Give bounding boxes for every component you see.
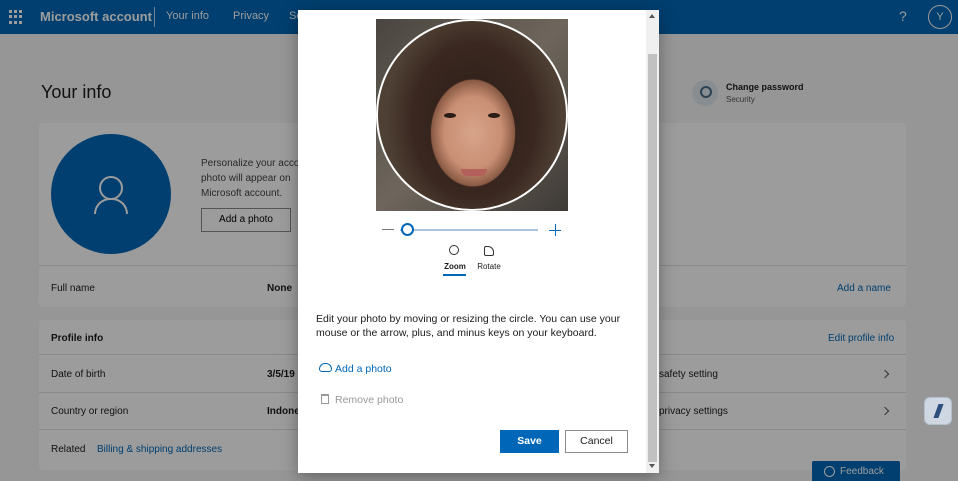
tab-zoom-underline	[443, 274, 466, 276]
save-button[interactable]: Save	[500, 430, 559, 453]
zoom-slider[interactable]	[400, 229, 538, 231]
dialog-add-photo-link[interactable]: Add a photo	[335, 363, 392, 375]
rotate-tab-icon[interactable]	[484, 246, 494, 256]
photo-eye	[488, 113, 500, 118]
scroll-thumb[interactable]	[648, 54, 657, 462]
zoom-slider-thumb[interactable]	[400, 223, 414, 236]
trash-icon	[321, 394, 329, 404]
upload-photo-icon[interactable]	[319, 363, 332, 372]
dialog-scrollbar[interactable]	[646, 10, 659, 473]
photo-editor[interactable]	[376, 19, 568, 211]
zoom-out-icon[interactable]	[382, 229, 394, 230]
scroll-down-icon[interactable]	[649, 464, 655, 468]
photo-eye	[444, 113, 456, 118]
photo-mouth	[461, 169, 487, 176]
zoom-in-icon-vertical	[555, 224, 556, 236]
dialog-instructions: Edit your photo by moving or resizing th…	[316, 313, 621, 339]
cancel-button[interactable]: Cancel	[565, 430, 628, 453]
tab-zoom[interactable]: Zoom	[440, 262, 470, 271]
remove-photo-link: Remove photo	[335, 394, 404, 406]
side-widget-icon[interactable]	[924, 397, 952, 425]
scroll-up-icon[interactable]	[649, 14, 655, 18]
zoom-tab-icon[interactable]	[449, 245, 459, 255]
crop-circle[interactable]	[376, 19, 568, 211]
tab-rotate[interactable]: Rotate	[474, 262, 504, 271]
